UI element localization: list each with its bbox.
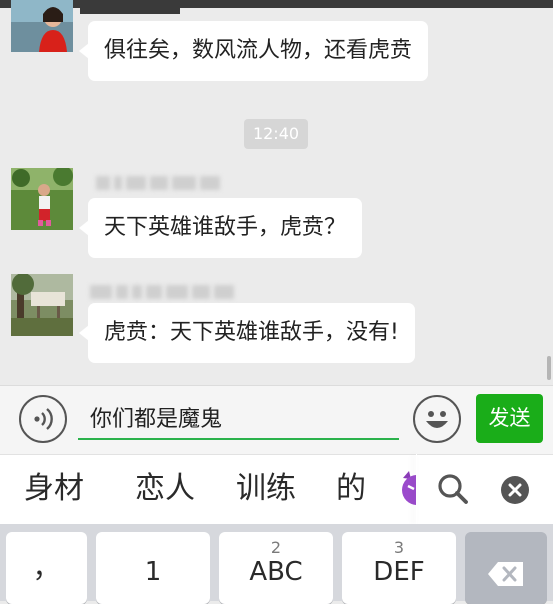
candidate-emoji-icon[interactable] — [400, 470, 416, 506]
candidate-word[interactable]: 身材 — [24, 454, 84, 524]
close-button[interactable] — [500, 475, 530, 505]
avatar-photo — [11, 168, 73, 230]
key-sub-label: 3 — [393, 538, 405, 557]
sender-name-blurred — [96, 174, 220, 192]
message-bubble[interactable]: 俱往矣，数风流人物，还看虎贲 — [78, 21, 429, 81]
delete-key[interactable] — [465, 532, 547, 604]
key-sub-label: 2 — [270, 538, 282, 557]
close-icon — [501, 476, 529, 504]
candidate-word[interactable]: 恋人 — [135, 454, 195, 524]
key-2[interactable]: 2 ABC — [219, 532, 333, 604]
message-bubble[interactable]: 天下英雄谁敌手，虎贲？ — [78, 198, 363, 258]
timestamp: 12:40 — [244, 119, 308, 149]
key-1[interactable]: 1 — [96, 532, 210, 604]
key-3[interactable]: 3 DEF — [342, 532, 456, 604]
emoji-icon — [426, 411, 448, 428]
voice-button[interactable] — [19, 395, 67, 443]
candidate-divider — [416, 454, 417, 524]
scrollbar[interactable] — [547, 356, 551, 380]
message-text: 虎贲：天下英雄谁敌手，没有! — [104, 320, 399, 345]
search-button[interactable] — [436, 472, 470, 506]
top-name-bar — [80, 0, 180, 14]
sender-name-blurred — [90, 283, 234, 301]
avatar-photo — [11, 274, 73, 336]
avatar-photo — [11, 0, 73, 52]
message-input[interactable] — [78, 396, 399, 440]
key-label: ， — [32, 551, 61, 584]
message-text: 俱往矣，数风流人物，还看虎贲 — [104, 38, 413, 63]
backspace-icon — [488, 562, 523, 586]
chat-area[interactable]: 俱往矣，数风流人物，还看虎贲 12:40 天下英雄谁敌手，虎贲？ 虎贲：天下英雄… — [0, 0, 553, 385]
key-comma[interactable]: ， — [6, 532, 87, 604]
avatar[interactable] — [11, 274, 73, 336]
candidate-word[interactable]: 训练 — [236, 454, 296, 524]
message-text: 天下英雄谁敌手，虎贲？ — [104, 215, 347, 240]
avatar[interactable] — [11, 0, 73, 52]
emoji-button[interactable] — [413, 395, 461, 443]
avatar[interactable] — [11, 168, 73, 230]
message-bubble[interactable]: 虎贲：天下英雄谁敌手，没有! — [79, 303, 415, 363]
key-label: 1 — [144, 557, 162, 587]
voice-icon — [34, 408, 53, 430]
key-label: DEF — [373, 557, 425, 587]
search-icon — [438, 474, 468, 504]
send-button[interactable]: 发送 — [476, 394, 543, 443]
key-label: ABC — [249, 557, 303, 587]
candidate-word[interactable]: 的 — [336, 454, 366, 524]
